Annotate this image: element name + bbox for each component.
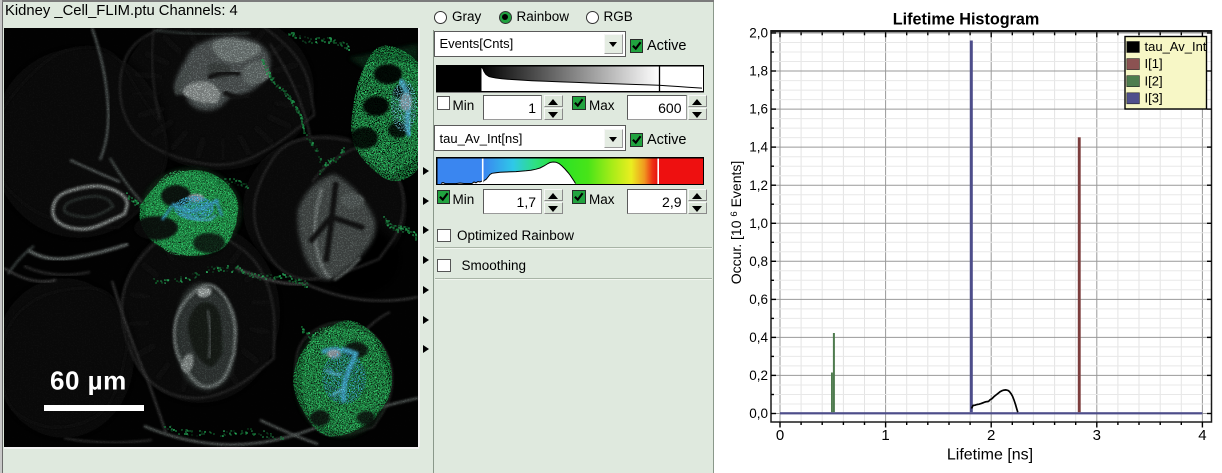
svg-text:I[2]: I[2] <box>1145 73 1163 88</box>
svg-text:3: 3 <box>1093 427 1101 444</box>
svg-text:2: 2 <box>987 427 995 444</box>
svg-text:4: 4 <box>1198 427 1206 444</box>
svg-text:Lifetime Histogram: Lifetime Histogram <box>893 11 1040 29</box>
svg-text:1: 1 <box>881 427 889 444</box>
svg-text:0: 0 <box>776 427 784 444</box>
svg-text:Occur. [10 6 Events]: Occur. [10 6 Events] <box>728 161 744 285</box>
svg-text:I[3]: I[3] <box>1145 90 1163 105</box>
svg-text:0,0: 0,0 <box>749 406 768 421</box>
svg-text:1,0: 1,0 <box>749 216 768 231</box>
svg-text:1,2: 1,2 <box>749 178 768 193</box>
svg-text:1,4: 1,4 <box>749 140 768 155</box>
svg-text:Lifetime [ns]: Lifetime [ns] <box>947 447 1033 464</box>
svg-text:1,6: 1,6 <box>749 102 768 117</box>
svg-text:tau_Av_Int: tau_Av_Int <box>1145 39 1207 54</box>
svg-text:I[1]: I[1] <box>1145 56 1163 71</box>
svg-text:2,0: 2,0 <box>749 26 768 41</box>
svg-text:60 µm: 60 µm <box>50 366 127 396</box>
svg-text:0,8: 0,8 <box>749 254 768 269</box>
svg-text:0,6: 0,6 <box>749 292 768 307</box>
svg-text:0,2: 0,2 <box>749 368 768 383</box>
svg-text:0,4: 0,4 <box>749 330 768 345</box>
svg-text:1,8: 1,8 <box>749 64 768 79</box>
